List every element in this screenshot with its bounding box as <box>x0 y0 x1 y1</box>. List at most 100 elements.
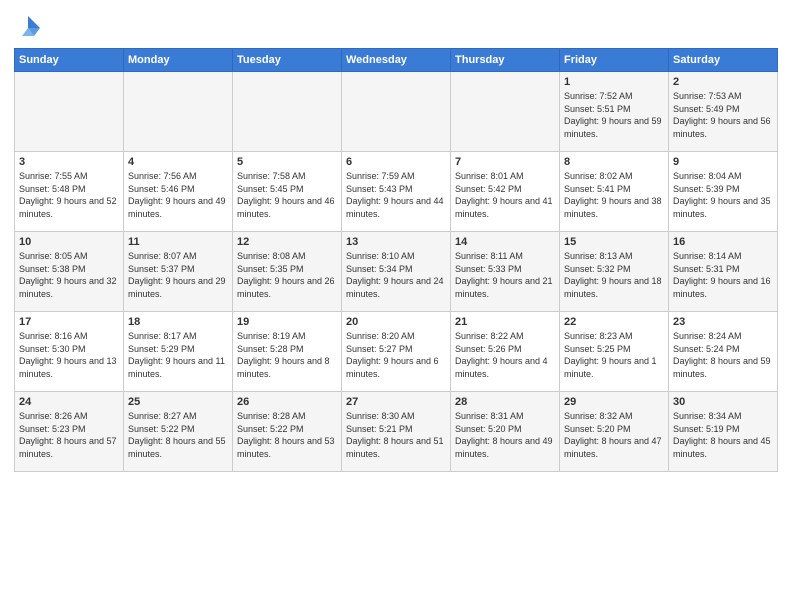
calendar-cell: 24 Sunrise: 8:26 AM Sunset: 5:23 PM Dayli… <box>15 392 124 472</box>
day-number: 5 <box>237 156 337 168</box>
col-header-sunday: Sunday <box>15 49 124 72</box>
day-number: 19 <box>237 316 337 328</box>
day-info: Sunrise: 8:31 AM Sunset: 5:20 PM Dayligh… <box>455 410 555 460</box>
calendar-cell: 8 Sunrise: 8:02 AM Sunset: 5:41 PM Daylig… <box>560 152 669 232</box>
calendar-week-3: 17Sunrise: 8:16 AM Sunset: 5:30 PM Dayli… <box>15 312 778 392</box>
calendar-cell: 25 Sunrise: 8:27 AM Sunset: 5:22 PM Dayli… <box>124 392 233 472</box>
calendar-cell: 9 Sunrise: 8:04 AM Sunset: 5:39 PM Daylig… <box>669 152 778 232</box>
calendar-cell <box>342 72 451 152</box>
calendar-cell: 27 Sunrise: 8:30 AM Sunset: 5:21 PM Dayli… <box>342 392 451 472</box>
col-header-monday: Monday <box>124 49 233 72</box>
calendar-cell: 4 Sunrise: 7:56 AM Sunset: 5:46 PM Daylig… <box>124 152 233 232</box>
header <box>14 10 778 42</box>
calendar-table: SundayMondayTuesdayWednesdayThursdayFrid… <box>14 48 778 472</box>
calendar-week-1: 3 Sunrise: 7:55 AM Sunset: 5:48 PM Daylig… <box>15 152 778 232</box>
calendar-cell: 3 Sunrise: 7:55 AM Sunset: 5:48 PM Daylig… <box>15 152 124 232</box>
day-info: Sunrise: 8:17 AM Sunset: 5:29 PM Dayligh… <box>128 330 228 380</box>
day-number: 16 <box>673 236 773 248</box>
day-number: 24 <box>19 396 119 408</box>
calendar-cell: 28 Sunrise: 8:31 AM Sunset: 5:20 PM Dayli… <box>451 392 560 472</box>
day-number: 12 <box>237 236 337 248</box>
day-number: 28 <box>455 396 555 408</box>
day-info: Sunrise: 8:26 AM Sunset: 5:23 PM Dayligh… <box>19 410 119 460</box>
calendar-week-2: 10 Sunrise: 8:05 AM Sunset: 5:38 PM Dayli… <box>15 232 778 312</box>
day-number: 3 <box>19 156 119 168</box>
page-container: SundayMondayTuesdayWednesdayThursdayFrid… <box>0 0 792 482</box>
day-number: 23 <box>673 316 773 328</box>
calendar-cell: 26 Sunrise: 8:28 AM Sunset: 5:22 PM Dayli… <box>233 392 342 472</box>
day-number: 15 <box>564 236 664 248</box>
calendar-week-0: 1Sunrise: 7:52 AM Sunset: 5:51 PM Daylig… <box>15 72 778 152</box>
day-info: Sunrise: 8:02 AM Sunset: 5:41 PM Dayligh… <box>564 170 664 220</box>
calendar-cell: 10 Sunrise: 8:05 AM Sunset: 5:38 PM Dayli… <box>15 232 124 312</box>
calendar-cell <box>233 72 342 152</box>
calendar-cell: 2Sunrise: 7:53 AM Sunset: 5:49 PM Daylig… <box>669 72 778 152</box>
day-number: 26 <box>237 396 337 408</box>
day-info: Sunrise: 8:04 AM Sunset: 5:39 PM Dayligh… <box>673 170 773 220</box>
day-number: 10 <box>19 236 119 248</box>
calendar-cell: 6 Sunrise: 7:59 AM Sunset: 5:43 PM Daylig… <box>342 152 451 232</box>
day-number: 18 <box>128 316 228 328</box>
calendar-cell: 29Sunrise: 8:32 AM Sunset: 5:20 PM Dayli… <box>560 392 669 472</box>
day-number: 14 <box>455 236 555 248</box>
day-info: Sunrise: 8:08 AM Sunset: 5:35 PM Dayligh… <box>237 250 337 300</box>
calendar-cell <box>15 72 124 152</box>
day-info: Sunrise: 8:24 AM Sunset: 5:24 PM Dayligh… <box>673 330 773 380</box>
day-info: Sunrise: 7:56 AM Sunset: 5:46 PM Dayligh… <box>128 170 228 220</box>
day-info: Sunrise: 8:27 AM Sunset: 5:22 PM Dayligh… <box>128 410 228 460</box>
calendar-cell: 1Sunrise: 7:52 AM Sunset: 5:51 PM Daylig… <box>560 72 669 152</box>
day-info: Sunrise: 8:01 AM Sunset: 5:42 PM Dayligh… <box>455 170 555 220</box>
day-number: 2 <box>673 76 773 88</box>
col-header-saturday: Saturday <box>669 49 778 72</box>
day-number: 30 <box>673 396 773 408</box>
day-number: 27 <box>346 396 446 408</box>
calendar-cell: 22 Sunrise: 8:23 AM Sunset: 5:25 PM Dayli… <box>560 312 669 392</box>
day-info: Sunrise: 7:52 AM Sunset: 5:51 PM Dayligh… <box>564 90 664 140</box>
day-info: Sunrise: 8:34 AM Sunset: 5:19 PM Dayligh… <box>673 410 773 460</box>
day-number: 11 <box>128 236 228 248</box>
calendar-cell: 18 Sunrise: 8:17 AM Sunset: 5:29 PM Dayli… <box>124 312 233 392</box>
day-info: Sunrise: 7:55 AM Sunset: 5:48 PM Dayligh… <box>19 170 119 220</box>
logo <box>14 14 46 42</box>
calendar-cell <box>451 72 560 152</box>
day-number: 13 <box>346 236 446 248</box>
day-number: 21 <box>455 316 555 328</box>
day-info: Sunrise: 8:11 AM Sunset: 5:33 PM Dayligh… <box>455 250 555 300</box>
col-header-friday: Friday <box>560 49 669 72</box>
calendar-cell: 17Sunrise: 8:16 AM Sunset: 5:30 PM Dayli… <box>15 312 124 392</box>
logo-icon <box>14 14 42 42</box>
day-number: 6 <box>346 156 446 168</box>
calendar-cell: 13Sunrise: 8:10 AM Sunset: 5:34 PM Dayli… <box>342 232 451 312</box>
day-info: Sunrise: 8:30 AM Sunset: 5:21 PM Dayligh… <box>346 410 446 460</box>
day-number: 20 <box>346 316 446 328</box>
day-info: Sunrise: 7:58 AM Sunset: 5:45 PM Dayligh… <box>237 170 337 220</box>
col-header-wednesday: Wednesday <box>342 49 451 72</box>
day-info: Sunrise: 8:16 AM Sunset: 5:30 PM Dayligh… <box>19 330 119 380</box>
day-info: Sunrise: 7:59 AM Sunset: 5:43 PM Dayligh… <box>346 170 446 220</box>
header-row: SundayMondayTuesdayWednesdayThursdayFrid… <box>15 49 778 72</box>
calendar-cell: 11Sunrise: 8:07 AM Sunset: 5:37 PM Dayli… <box>124 232 233 312</box>
day-number: 8 <box>564 156 664 168</box>
calendar-cell: 30 Sunrise: 8:34 AM Sunset: 5:19 PM Dayli… <box>669 392 778 472</box>
day-number: 29 <box>564 396 664 408</box>
day-info: Sunrise: 8:13 AM Sunset: 5:32 PM Dayligh… <box>564 250 664 300</box>
day-number: 4 <box>128 156 228 168</box>
calendar-header: SundayMondayTuesdayWednesdayThursdayFrid… <box>15 49 778 72</box>
calendar-cell: 20Sunrise: 8:20 AM Sunset: 5:27 PM Dayli… <box>342 312 451 392</box>
col-header-thursday: Thursday <box>451 49 560 72</box>
col-header-tuesday: Tuesday <box>233 49 342 72</box>
calendar-body: 1Sunrise: 7:52 AM Sunset: 5:51 PM Daylig… <box>15 72 778 472</box>
day-number: 9 <box>673 156 773 168</box>
calendar-cell: 12 Sunrise: 8:08 AM Sunset: 5:35 PM Dayli… <box>233 232 342 312</box>
day-info: Sunrise: 8:05 AM Sunset: 5:38 PM Dayligh… <box>19 250 119 300</box>
day-info: Sunrise: 8:14 AM Sunset: 5:31 PM Dayligh… <box>673 250 773 300</box>
calendar-cell: 14 Sunrise: 8:11 AM Sunset: 5:33 PM Dayli… <box>451 232 560 312</box>
day-number: 22 <box>564 316 664 328</box>
day-info: Sunrise: 8:28 AM Sunset: 5:22 PM Dayligh… <box>237 410 337 460</box>
calendar-cell: 5 Sunrise: 7:58 AM Sunset: 5:45 PM Daylig… <box>233 152 342 232</box>
day-number: 7 <box>455 156 555 168</box>
day-number: 25 <box>128 396 228 408</box>
day-info: Sunrise: 8:23 AM Sunset: 5:25 PM Dayligh… <box>564 330 664 380</box>
calendar-cell: 23 Sunrise: 8:24 AM Sunset: 5:24 PM Dayli… <box>669 312 778 392</box>
calendar-cell: 15 Sunrise: 8:13 AM Sunset: 5:32 PM Dayli… <box>560 232 669 312</box>
